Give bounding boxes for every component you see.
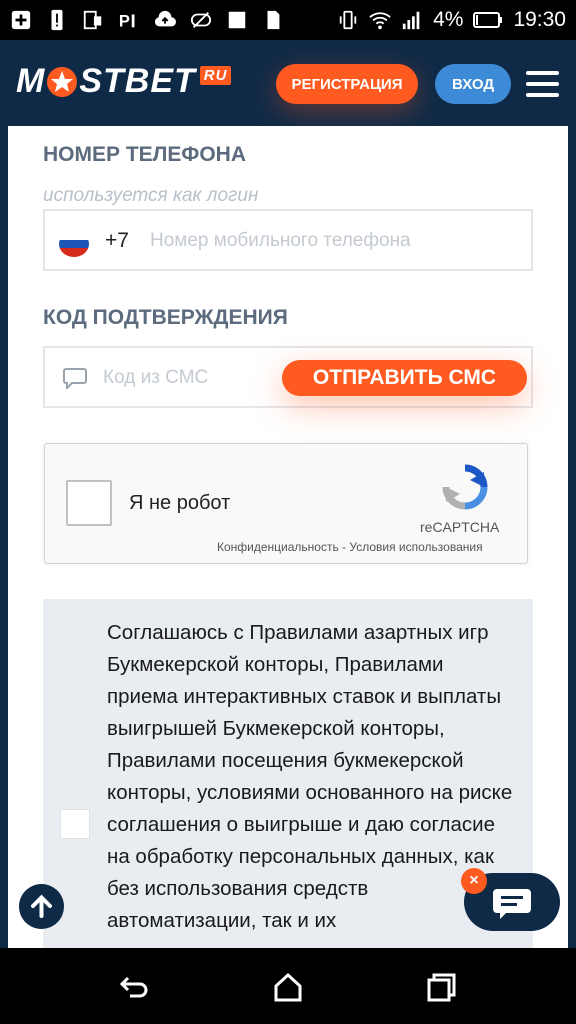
recent-apps-icon[interactable] (426, 972, 458, 1002)
cloud-upload-icon (154, 10, 176, 27)
star-icon (47, 66, 78, 97)
screenshot-icon (83, 10, 102, 30)
recaptcha-widget: Я не робот reCAPTCHA Конфиденциальность … (44, 443, 528, 564)
android-nav-bar (0, 948, 576, 1024)
recaptcha-links[interactable]: Конфиденциальность - Условия использован… (217, 540, 483, 554)
square-icon (228, 11, 246, 29)
phone-prefix: +7 (105, 229, 129, 252)
sd-card-icon (267, 10, 280, 30)
signal-icon (402, 11, 420, 30)
scroll-to-top-button[interactable] (19, 884, 64, 929)
menu-icon[interactable] (526, 71, 559, 97)
phone-field[interactable]: +7 Номер мобильного телефона (43, 209, 533, 271)
home-icon[interactable] (272, 972, 304, 1002)
code-label: КОД ПОДТВЕРЖДЕНИЯ (43, 306, 288, 329)
code-field[interactable]: Код из СМС ОТПРАВИТЬ СМС (43, 346, 533, 408)
alert-icon (51, 9, 63, 31)
recaptcha-icon (442, 464, 488, 510)
russia-flag-icon[interactable] (59, 231, 89, 257)
logo-text-left: M (16, 62, 46, 100)
recaptcha-label: Я не робот (129, 492, 231, 514)
agreement-checkbox[interactable] (60, 809, 90, 839)
vibrate-icon (339, 10, 357, 30)
recaptcha-checkbox[interactable] (66, 480, 112, 526)
svg-text:P: P (119, 12, 130, 30)
main-content: НОМЕР ТЕЛЕФОНА используется как логин +7… (0, 126, 576, 948)
add-notification-icon (11, 10, 31, 30)
back-icon[interactable] (118, 972, 150, 1002)
battery-icon (473, 12, 503, 28)
code-input[interactable]: Код из СМС (103, 367, 208, 389)
battery-percent: 4% (433, 8, 464, 31)
send-sms-button[interactable]: ОТПРАВИТЬ СМС (282, 360, 527, 396)
wifi-icon (369, 12, 391, 30)
chat-close-button[interactable]: × (461, 868, 487, 894)
recaptcha-brand: reCAPTCHA (420, 519, 500, 535)
logo-text-right: STBET (79, 62, 196, 100)
registration-form: НОМЕР ТЕЛЕФОНА используется как логин +7… (8, 126, 568, 948)
mostbet-logo[interactable]: M STBET RU (16, 62, 232, 101)
status-bar: P 4% 19:30 (0, 0, 576, 40)
agreement-text: Соглашаюсь с Правилами азартных игр Букм… (107, 621, 513, 932)
phone-label: НОМЕР ТЕЛЕФОНА (43, 143, 247, 166)
app-notification-icon: P (119, 12, 135, 30)
site-header: M STBET RU РЕГИСТРАЦИЯ ВХОД (0, 40, 576, 126)
no-sync-icon (190, 12, 212, 28)
clock: 19:30 (513, 8, 566, 31)
phone-input[interactable]: Номер мобильного телефона (150, 230, 411, 252)
logo-ru-badge: RU (199, 66, 232, 85)
login-button[interactable]: ВХОД (435, 64, 511, 104)
message-icon (63, 368, 87, 389)
arrow-up-icon (31, 894, 52, 918)
phone-hint: используется как логин (43, 185, 259, 206)
agreement-block: Соглашаюсь с Правилами азартных игр Букм… (43, 599, 533, 948)
register-button[interactable]: РЕГИСТРАЦИЯ (276, 64, 418, 104)
